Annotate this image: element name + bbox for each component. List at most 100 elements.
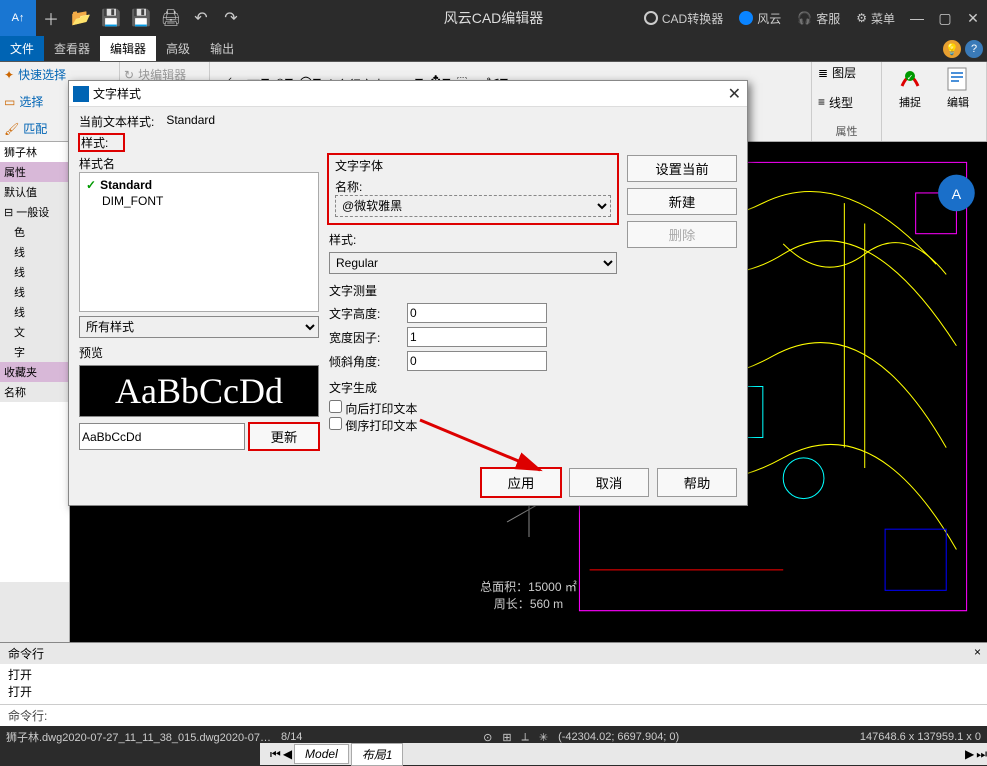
status-file: 狮子林.dwg2020-07-27_11_11_38_015.dwg2020-0… — [6, 729, 271, 745]
dialog-close-icon[interactable]: ✕ — [728, 84, 741, 104]
height-input[interactable] — [407, 303, 547, 323]
font-name-select[interactable]: @微软雅黑 — [335, 195, 611, 217]
prop-row[interactable]: 字 — [0, 342, 69, 362]
close-icon[interactable]: ✕ — [959, 0, 987, 36]
backward-checkbox[interactable]: 向后打印文本 — [329, 400, 617, 417]
preview-box: AaBbCcDd — [79, 365, 319, 417]
text-style-dialog: 文字样式 ✕ 当前文本样式: Standard 样式: 样式名 ✓Standar… — [68, 80, 748, 506]
layout1-tab[interactable]: 布局1 — [351, 743, 404, 766]
height-label: 文字高度: — [329, 305, 399, 322]
svg-text:A: A — [952, 187, 962, 203]
apply-button[interactable]: 应用 — [481, 468, 561, 497]
linetype-button[interactable]: ≡线型 — [818, 94, 875, 111]
upside-checkbox[interactable]: 倒序打印文本 — [329, 417, 617, 434]
tab-output[interactable]: 输出 — [200, 36, 244, 61]
minimize-icon[interactable]: — — [903, 0, 931, 36]
measure-section-label: 文字测量 — [329, 282, 617, 299]
gen-section-label: 文字生成 — [329, 379, 617, 396]
help-icon[interactable]: ? — [965, 40, 983, 58]
select-icon: ▭ — [4, 95, 15, 109]
cad-converter-button[interactable]: CAD转换器 — [636, 0, 731, 36]
sample-input[interactable] — [79, 423, 245, 450]
style-filter-select[interactable]: 所有样式 — [79, 316, 319, 338]
print-icon[interactable]: 🖨 — [156, 0, 186, 36]
view-tabs: ⏮ ◀ Model 布局1 ▶ ⏭ — [260, 743, 987, 765]
default-row[interactable]: 默认值 — [0, 182, 69, 202]
redo-icon[interactable]: ↷ — [216, 0, 246, 36]
new-icon[interactable]: ＋ — [36, 0, 66, 36]
prop-row[interactable]: 线 — [0, 282, 69, 302]
dialog-title: 文字样式 — [93, 85, 141, 102]
linetype-icon: ≡ — [818, 95, 825, 109]
prop-row[interactable]: 文 — [0, 322, 69, 342]
brush-icon: 🖌 — [4, 122, 19, 136]
snap-icon: ✓ — [896, 64, 924, 92]
command-close-icon[interactable]: × — [974, 645, 981, 659]
doc-tab[interactable]: 狮子林 — [0, 142, 69, 162]
saveas-icon[interactable]: 💾 — [126, 0, 156, 36]
cancel-button[interactable]: 取消 — [569, 468, 649, 497]
prop-row[interactable]: 线 — [0, 262, 69, 282]
font-style-label: 样式: — [329, 231, 617, 248]
list-item[interactable]: ✓Standard — [84, 177, 314, 193]
app-title: 风云CAD编辑器 — [444, 8, 544, 28]
support-button[interactable]: 🎧客服 — [789, 0, 848, 36]
new-button[interactable]: 新建 — [627, 188, 737, 215]
tab-advanced[interactable]: 高级 — [156, 36, 200, 61]
font-section-label: 文字字体 — [335, 157, 611, 174]
prop-row[interactable]: 色 — [0, 222, 69, 242]
prop-row[interactable]: 线 — [0, 302, 69, 322]
set-current-button[interactable]: 设置当前 — [627, 155, 737, 182]
layer-button[interactable]: ≣图层 — [818, 64, 875, 81]
properties-header: 属性 — [0, 162, 69, 182]
save-icon[interactable]: 💾 — [96, 0, 126, 36]
tab-nav-end[interactable]: ⏭ — [976, 747, 987, 762]
svg-text:✓: ✓ — [907, 73, 914, 82]
osnap-icon[interactable]: ⊙ — [483, 731, 492, 744]
fengyun-button[interactable]: 风云 — [731, 0, 789, 36]
command-input[interactable] — [47, 707, 979, 724]
angle-label: 倾斜角度: — [329, 353, 399, 370]
titlebar: A↑ ＋ 📂 💾 💾 🖨 ↶ ↷ 风云CAD编辑器 CAD转换器 风云 🎧客服 … — [0, 0, 987, 36]
name-row[interactable]: 名称 — [0, 382, 69, 402]
lightbulb-icon[interactable]: 💡 — [943, 40, 961, 58]
undo-icon[interactable]: ↶ — [186, 0, 216, 36]
grid-icon[interactable]: ⊞ — [502, 731, 511, 744]
tab-viewer[interactable]: 查看器 — [44, 36, 100, 61]
general-group[interactable]: ⊟ 一般设 — [0, 202, 69, 222]
width-label: 宽度因子: — [329, 329, 399, 346]
update-button[interactable]: 更新 — [249, 423, 319, 450]
delete-button[interactable]: 删除 — [627, 221, 737, 248]
command-prompt-label: 命令行: — [8, 707, 47, 724]
maximize-icon[interactable]: ▢ — [931, 0, 959, 36]
tab-file[interactable]: 文件 — [0, 36, 44, 61]
open-icon[interactable]: 📂 — [66, 0, 96, 36]
font-style-select[interactable]: Regular — [329, 252, 617, 274]
list-item[interactable]: DIM_FONT — [84, 193, 314, 209]
prop-row[interactable]: 线 — [0, 242, 69, 262]
tab-nav-prev[interactable]: ◀ — [283, 747, 292, 761]
tab-nav-next[interactable]: ▶ — [965, 747, 974, 761]
menu-button[interactable]: ⚙菜单 — [848, 0, 903, 36]
width-input[interactable] — [407, 327, 547, 347]
app-logo: A↑ — [0, 0, 36, 36]
dialog-icon — [73, 86, 89, 102]
edit-button[interactable]: 编辑 — [936, 64, 980, 110]
dialog-titlebar[interactable]: 文字样式 ✕ — [69, 81, 747, 107]
drawing-info: 总面积：15000 ㎡ 周长：560 m — [480, 578, 577, 612]
help-button[interactable]: 帮助 — [657, 468, 737, 497]
status-page: 8/14 — [281, 731, 302, 743]
model-tab[interactable]: Model — [294, 744, 349, 764]
polar-icon[interactable]: ✳ — [539, 731, 548, 744]
style-listbox[interactable]: ✓Standard DIM_FONT — [79, 172, 319, 312]
status-dims: 147648.6 x 137959.1 x 0 — [860, 731, 981, 743]
current-style-label: 当前文本样式: — [79, 113, 154, 130]
edit-icon — [944, 64, 972, 92]
ortho-icon[interactable]: ⟂ — [522, 731, 529, 744]
font-name-label: 名称: — [335, 178, 611, 195]
snap-button[interactable]: ✓ 捕捉 — [888, 64, 932, 110]
layer-icon: ≣ — [818, 66, 828, 80]
angle-input[interactable] — [407, 351, 547, 371]
tab-nav-start[interactable]: ⏮ — [270, 747, 281, 762]
tab-editor[interactable]: 编辑器 — [100, 36, 156, 61]
